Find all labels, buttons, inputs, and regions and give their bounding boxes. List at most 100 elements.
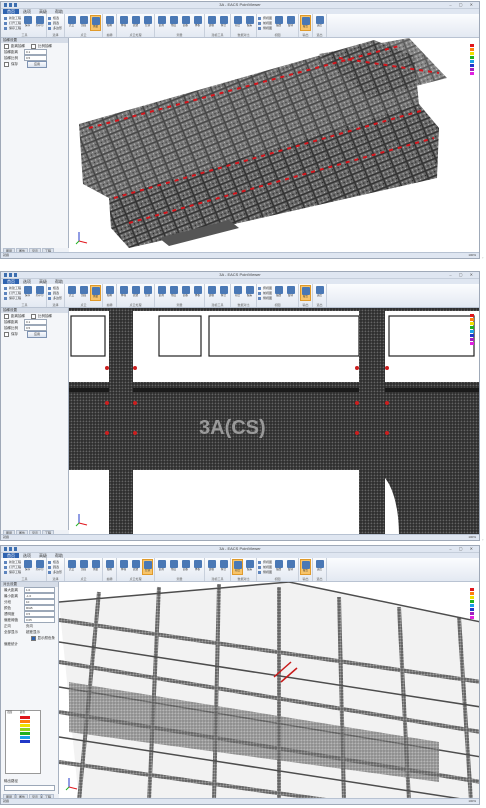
ribbon-small-button[interactable]: 框选 (48, 286, 62, 290)
ribbon-button[interactable]: 报告 (300, 559, 312, 575)
ribbon-small-button[interactable]: 俯视图 (258, 286, 272, 290)
palette-swatch[interactable] (470, 48, 474, 51)
field-input[interactable]: 0.05 (24, 617, 55, 623)
point-cloud-viewport[interactable] (69, 38, 479, 253)
ribbon-button[interactable]: 旋转 (285, 285, 296, 301)
ribbon-button[interactable]: 降噪 (118, 15, 129, 31)
ribbon-button[interactable]: 缩放 (273, 15, 284, 31)
ribbon-button[interactable]: 抽稀 (104, 559, 115, 575)
ribbon-button[interactable]: 滤波 (130, 285, 141, 301)
ribbon-button[interactable]: 滤波 (130, 15, 141, 31)
distance-checkbox[interactable] (4, 43, 9, 49)
ribbon-button[interactable]: 报告 (300, 15, 312, 31)
ribbon-button[interactable]: 剖面 (78, 559, 89, 575)
ribbon-small-button[interactable]: 多边形 (48, 296, 62, 300)
ribbon-button[interactable]: 另存为 (34, 15, 45, 31)
ribbon-button[interactable]: 面积 (180, 285, 191, 301)
ribbon-button[interactable]: 剖面 (78, 285, 89, 301)
ribbon-small-button[interactable]: 前视图 (258, 565, 272, 569)
palette-swatch[interactable] (470, 600, 474, 603)
ribbon-small-button[interactable]: 侧视图 (258, 26, 272, 30)
ribbon-button[interactable]: 缩放 (273, 285, 284, 301)
ribbon-small-button[interactable]: 侧视图 (258, 570, 272, 574)
palette-swatch[interactable] (470, 592, 474, 595)
ribbon-small-button[interactable]: 多边形 (48, 570, 62, 574)
palette-swatch[interactable] (470, 314, 474, 317)
ribbon-button[interactable]: 点云 (66, 15, 77, 31)
palette-swatch[interactable] (470, 608, 474, 611)
ribbon-small-button[interactable]: 保存工程 (4, 26, 21, 30)
ribbon-button[interactable]: 滤波 (130, 559, 141, 575)
ribbon-small-button[interactable]: 侧视图 (258, 296, 272, 300)
ribbon-button[interactable]: 测量 (90, 15, 102, 31)
ribbon-small-button[interactable]: 框选 (48, 16, 62, 20)
ribbon-small-button[interactable]: 俯视图 (258, 16, 272, 20)
palette-swatch[interactable] (470, 334, 474, 337)
ribbon-button[interactable]: 面积 (180, 559, 191, 575)
point-cloud-viewport[interactable] (59, 582, 479, 799)
ribbon-button[interactable]: 拟合 (218, 559, 229, 575)
ribbon-button[interactable]: 偏差 (244, 285, 255, 301)
ratio-checkbox[interactable] (31, 313, 36, 319)
apply-button[interactable]: 应用 (27, 60, 47, 68)
ribbon-button[interactable]: 体积 (192, 285, 203, 301)
ribbon-button[interactable]: 分割 (142, 285, 153, 301)
palette-swatch[interactable] (470, 318, 474, 321)
ribbon-button[interactable]: 面积 (180, 15, 191, 31)
palette-swatch[interactable] (470, 616, 474, 619)
ribbon-button[interactable]: 缩放 (273, 559, 284, 575)
ribbon-small-button[interactable]: 新建工程 (4, 286, 21, 290)
ribbon-button[interactable]: 保存 (22, 15, 33, 31)
colorbar-checkbox[interactable] (30, 635, 36, 641)
palette-swatch[interactable] (470, 596, 474, 599)
ribbon-button[interactable]: 另存为 (34, 559, 45, 575)
ribbon-button[interactable]: 测量 (90, 285, 102, 301)
ribbon-small-button[interactable]: 打开工程 (4, 291, 21, 295)
palette-swatch[interactable] (470, 326, 474, 329)
save-checkbox[interactable] (4, 331, 9, 337)
ribbon-button[interactable]: 对比 (232, 559, 244, 575)
ratio-checkbox[interactable] (31, 43, 36, 49)
ribbon-small-button[interactable]: 打开工程 (4, 21, 21, 25)
palette-swatch[interactable] (470, 56, 474, 59)
ribbon-small-button[interactable]: 前视图 (258, 291, 272, 295)
ribbon-button[interactable]: 测量 (90, 559, 101, 575)
ribbon-button[interactable]: 建模 (206, 285, 217, 301)
ribbon-button[interactable]: 建模 (206, 559, 217, 575)
ribbon-button[interactable]: 拟合 (218, 285, 229, 301)
palette-swatch[interactable] (470, 588, 474, 591)
ribbon-button[interactable]: 角度 (168, 559, 179, 575)
apply-button[interactable]: 应用 (27, 330, 47, 338)
output-path-input[interactable] (4, 785, 55, 791)
ribbon-button[interactable]: 距离 (156, 15, 167, 31)
palette-swatch[interactable] (470, 322, 474, 325)
ribbon-button[interactable]: 保存 (22, 559, 33, 575)
ribbon-button[interactable]: 另存为 (34, 285, 45, 301)
distance-checkbox[interactable] (4, 313, 9, 319)
ribbon-button[interactable]: 对比 (232, 285, 243, 301)
palette-swatch[interactable] (470, 44, 474, 47)
ribbon-small-button[interactable]: 多边形 (48, 26, 62, 30)
ribbon-button[interactable]: 降噪 (118, 559, 129, 575)
ribbon-button[interactable]: 分割 (142, 559, 154, 575)
ribbon-button[interactable]: 距离 (156, 559, 167, 575)
ribbon-button[interactable]: 降噪 (118, 285, 129, 301)
save-checkbox[interactable] (4, 61, 9, 67)
ribbon-button[interactable]: 保存 (22, 285, 33, 301)
ribbon-button[interactable]: 拟合 (218, 15, 229, 31)
ribbon-small-button[interactable]: 俯视图 (258, 560, 272, 564)
ribbon-button[interactable]: 距离 (156, 285, 167, 301)
ribbon-button[interactable]: 抽稀 (104, 15, 115, 31)
ribbon-small-button[interactable]: 保存工程 (4, 296, 21, 300)
ribbon-button[interactable]: 退出 (314, 285, 325, 301)
ribbon-small-button[interactable]: 保存工程 (4, 570, 21, 574)
ribbon-button[interactable]: 偏差 (244, 15, 255, 31)
palette-swatch[interactable] (470, 52, 474, 55)
ribbon-button[interactable]: 报告 (300, 285, 312, 301)
palette-swatch[interactable] (470, 342, 474, 345)
palette-swatch[interactable] (470, 612, 474, 615)
palette-swatch[interactable] (470, 72, 474, 75)
ribbon-button[interactable]: 旋转 (285, 559, 296, 575)
palette-swatch[interactable] (470, 604, 474, 607)
ribbon-button[interactable]: 分割 (142, 15, 153, 31)
